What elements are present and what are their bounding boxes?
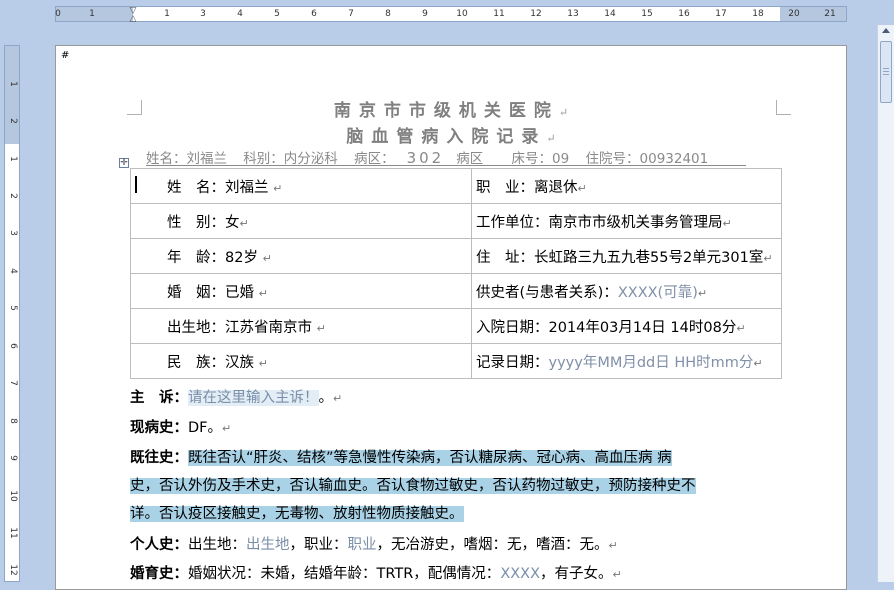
table-move-handle-icon[interactable]: ✛: [119, 158, 129, 168]
ruler-number: 4: [8, 268, 18, 274]
table-cell[interactable]: 记录日期：yyyy年MM月dd日 HH时mm分↵: [471, 343, 782, 379]
ruler-number: 1: [8, 156, 18, 162]
ruler-number: 8: [8, 418, 18, 424]
ruler-number: 3: [8, 230, 18, 236]
text-cursor: [135, 175, 137, 193]
ruler-number: 5: [274, 9, 280, 19]
past-history-field[interactable]: 既往否认“肝炎、结核”等急慢性传染病，否认糖尿病、冠心病、高血压病 病: [188, 450, 672, 466]
scroll-thumb[interactable]: [880, 41, 892, 103]
table-row: 民 族：汉族 ↵ 记录日期：yyyy年MM月dd日 HH时mm分↵: [130, 343, 782, 379]
ruler-number: 7: [348, 9, 354, 19]
ruler-number: 6: [8, 343, 18, 349]
document-page[interactable]: # 南京市市级机关医院↵ 脑血管病入院记录↵ 姓名：刘福兰 科别：内分泌科 病区…: [55, 45, 847, 590]
ruler-number: 2: [8, 118, 18, 124]
table-row: 性 别：女↵ 工作单位：南京市市级机关事务管理局↵: [130, 203, 782, 239]
record-date-field: yyyy年MM月dd日 HH时mm分: [548, 354, 754, 371]
ruler-number: 12: [530, 9, 542, 19]
scroll-up-arrow-icon[interactable]: [882, 28, 890, 33]
table-cell[interactable]: 性 别：女↵: [130, 203, 472, 239]
paragraph-mark-icon: ↵: [546, 132, 556, 145]
table-row: 姓 名：刘福兰 ↵ 职 业：离退休↵: [130, 168, 782, 204]
page-marker: #: [61, 50, 70, 61]
marital-history-paragraph[interactable]: 婚育史：婚姻状况：未婚，结婚年龄：TRTR，配偶情况：XXXX，有子女。↵: [130, 562, 622, 583]
ruler-number: 10: [8, 490, 18, 502]
table-cell[interactable]: 工作单位：南京市市级机关事务管理局↵: [471, 203, 782, 239]
table-cell[interactable]: 姓 名：刘福兰 ↵: [130, 168, 472, 204]
document-title-line2[interactable]: 脑血管病入院记录↵: [56, 122, 846, 147]
ruler-number: 1: [164, 9, 170, 19]
table-cell[interactable]: 出生地：江苏省南京市 ↵: [130, 308, 472, 344]
bed-number: 床号：09: [511, 151, 570, 167]
ruler-number: 16: [678, 9, 690, 19]
personal-history-paragraph[interactable]: 个人史：出生地：出生地，职业：职业，无冶游史，嗜烟：无，嗜酒：无。↵: [130, 533, 618, 554]
table-cell[interactable]: 供史者(与患者关系)：XXXX(可靠)↵: [471, 273, 782, 309]
ruler-number: 14: [604, 9, 616, 19]
past-history-line2[interactable]: 史，否认外伤及手术史，否认输血史。否认食物过敏史，否认药物过敏史，预防接种史不: [130, 474, 696, 495]
patient-info-line[interactable]: 姓名：刘福兰 科别：内分泌科 病区： 302 病区 床号：09 住院号：009324…: [146, 147, 746, 167]
ruler-number: 11: [8, 527, 18, 539]
patient-name: 姓名：刘福兰: [146, 151, 227, 167]
chief-complaint-paragraph[interactable]: 主 诉：请在这里输入主诉！。↵: [130, 386, 342, 407]
ruler-number: 15: [641, 9, 653, 19]
ruler-number: 12: [8, 564, 18, 576]
ruler-number: 10: [456, 9, 468, 19]
table-cell[interactable]: 职 业：离退休↵: [471, 168, 782, 204]
ruler-number: 1: [89, 9, 95, 19]
admission-number: 住院号：00932401: [585, 151, 709, 167]
past-history-line3[interactable]: 详。否认疫区接触史，无毒物、放射性物质接触史。: [130, 502, 464, 523]
table-row: 婚 姻：已婚 ↵ 供史者(与患者关系)：XXXX(可靠)↵: [130, 273, 782, 309]
vertical-ruler[interactable]: 1 2 1 2 3 4 5 6 7 8 9 10 11 12: [4, 45, 20, 582]
table-cell[interactable]: 民 族：汉族 ↵: [130, 343, 472, 379]
ruler-number: 21: [824, 9, 836, 19]
birthplace-field[interactable]: 出生地: [246, 537, 290, 553]
ruler-number: 8: [385, 9, 391, 19]
informant-field: XXXX(可靠): [617, 284, 698, 301]
ruler-number: 18: [752, 9, 764, 19]
past-history-paragraph[interactable]: 既往史：既往否认“肝炎、结核”等急慢性传染病，否认糖尿病、冠心病、高血压病 病: [130, 446, 672, 467]
ruler-number: 13: [567, 9, 579, 19]
paragraph-mark-icon: ↵: [558, 106, 569, 119]
ruler-number: 6: [311, 9, 317, 19]
ruler-number: 7: [8, 380, 18, 386]
ruler-number: 0: [55, 9, 61, 19]
ruler-number: 20: [788, 9, 800, 19]
ruler-number: 2: [8, 193, 18, 199]
ruler-number: 5: [8, 305, 18, 311]
ruler-number: 11: [493, 9, 505, 19]
ruler-number: 9: [8, 455, 18, 461]
ruler-number: 17: [715, 9, 727, 19]
ruler-number: 4: [237, 9, 243, 19]
table-row: 年 龄：82岁 ↵ 住 址：长虹路三九五九巷55号2单元301室↵: [130, 238, 782, 274]
table-cell[interactable]: 婚 姻：已婚 ↵: [130, 273, 472, 309]
patient-table: 姓 名：刘福兰 ↵ 职 业：离退休↵ 性 别：女↵ 工作单位：南京市市级机关事务…: [130, 168, 782, 379]
present-history-paragraph[interactable]: 现病史：DF。↵: [130, 416, 231, 437]
department: 科别：内分泌科: [243, 151, 338, 167]
occupation-field[interactable]: 职业: [348, 537, 377, 553]
table-row: 出生地：江苏省南京市 ↵ 入院日期：2014年03月14日 14时08分↵: [130, 308, 782, 344]
ruler-number: 3: [200, 9, 206, 19]
ruler-number: 9: [422, 9, 428, 19]
ruler-number: 1: [8, 81, 18, 87]
indent-marker-icon[interactable]: ▽ △: [126, 7, 140, 24]
table-cell[interactable]: 入院日期：2014年03月14日 14时08分↵: [471, 308, 782, 344]
ward: 病区： 302 病区: [354, 149, 484, 167]
document-title-line1[interactable]: 南京市市级机关医院↵: [56, 96, 846, 121]
table-cell[interactable]: 住 址：长虹路三九五九巷55号2单元301室↵: [471, 238, 782, 274]
spouse-field[interactable]: XXXX: [500, 566, 540, 582]
table-cell[interactable]: 年 龄：82岁 ↵: [130, 238, 472, 274]
vertical-scrollbar[interactable]: [877, 25, 894, 582]
ruler-top-margin: [5, 46, 19, 144]
chief-complaint-input[interactable]: 请在这里输入主诉！: [188, 390, 319, 406]
horizontal-ruler[interactable]: ▽ △ 0 1 1 3 4 5 6 7 8 9 10 11 12 13 14 15…: [55, 6, 847, 24]
